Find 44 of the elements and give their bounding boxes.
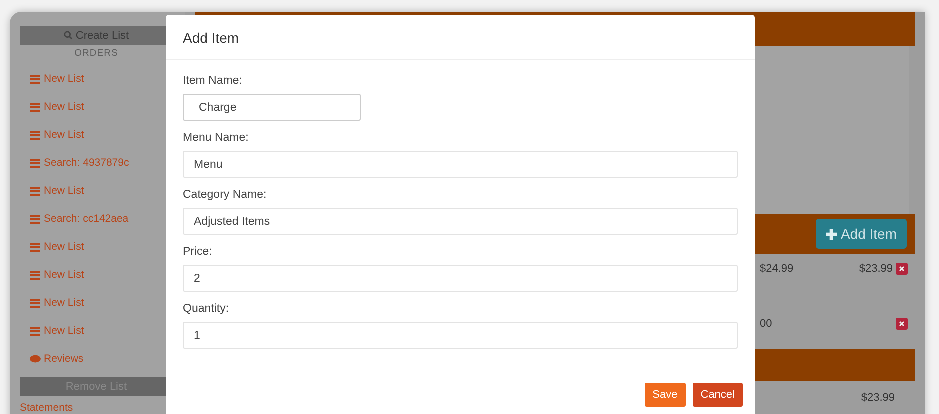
cancel-button[interactable]: Cancel <box>692 383 743 407</box>
summary-total: $23.99 <box>861 392 895 404</box>
input-field[interactable]: Adjusted Items <box>183 208 738 235</box>
sidebar-link[interactable]: New List <box>20 233 173 261</box>
sidebar-link[interactable]: New List <box>20 289 173 317</box>
sidebar-link[interactable]: Reviews <box>20 345 173 373</box>
list-icon <box>30 214 41 224</box>
input-field[interactable]: Menu <box>183 151 738 178</box>
search-icon <box>64 31 73 40</box>
delete-icon[interactable] <box>896 318 908 330</box>
list-icon <box>30 130 41 140</box>
field-label: Item Name: <box>183 75 244 87</box>
sidebar-link[interactable]: New List <box>20 93 173 121</box>
sidebar-link[interactable]: New List <box>20 177 173 205</box>
sidebar-link[interactable]: New List <box>20 121 173 149</box>
field-label: Menu Name: <box>183 132 250 144</box>
sidebar-link[interactable]: New List <box>20 65 173 93</box>
price-cell-text: 00 <box>760 318 774 330</box>
sidebar-link[interactable]: New List <box>20 261 173 289</box>
input-field[interactable]: 1 <box>183 322 738 349</box>
list-icon <box>30 326 41 336</box>
dialog-title: Add Item <box>166 15 755 60</box>
delete-icon[interactable] <box>896 263 908 275</box>
list-icon <box>30 186 41 196</box>
save-button[interactable]: Save <box>644 383 686 407</box>
section-heading: ORDERS <box>74 48 120 59</box>
price-cell-text: $24.99 <box>760 263 795 275</box>
field-label: Category Name: <box>183 189 268 201</box>
list-icon <box>30 298 41 308</box>
field-label: Price: <box>183 246 214 258</box>
sidebar-link[interactable]: Search: cc142aea <box>20 205 173 233</box>
total-cell: $23.99 <box>859 263 893 275</box>
list-icon <box>30 74 41 84</box>
list-icon <box>30 158 41 168</box>
sidebar-link[interactable]: New List <box>20 317 173 345</box>
list-icon <box>30 102 41 112</box>
list-icon <box>30 270 41 280</box>
input-field[interactable]: Charge <box>183 94 361 121</box>
add-item-button[interactable]: Add Item <box>816 219 907 249</box>
input-field[interactable]: 2 <box>183 265 738 292</box>
sidebar-link[interactable]: Search: 4937879c <box>20 149 173 177</box>
plus-icon <box>826 228 837 240</box>
list-icon <box>30 242 41 252</box>
field-label: Quantity: <box>183 303 230 315</box>
